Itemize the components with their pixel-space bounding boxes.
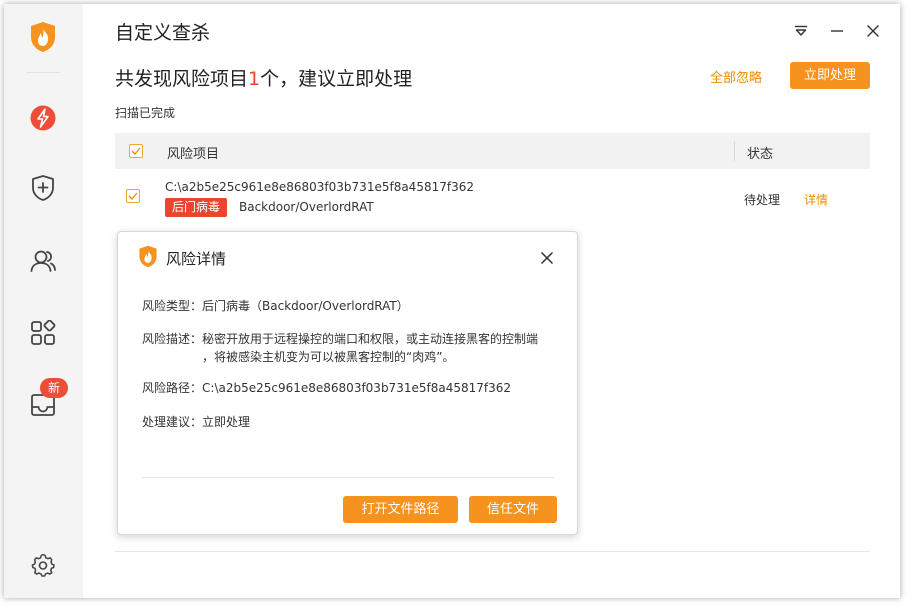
risk-desc-label: 风险描述： xyxy=(142,332,203,346)
risk-desc-info: 风险描述：秘密开放用于远程操控的端口和权限，或主动连接黑客的控制端 ，将被感染主… xyxy=(142,330,538,366)
risk-path-info: 风险路径：C:\a2b5e25c961e8e86803f03b731e5f8a4… xyxy=(142,379,511,397)
column-status: 状态 xyxy=(747,147,774,162)
close-icon xyxy=(540,251,554,265)
select-all-checkbox[interactable] xyxy=(129,144,143,158)
table-header: 风险项目 状态 xyxy=(115,133,870,169)
sidebar-item-account[interactable] xyxy=(26,244,60,278)
trust-file-button[interactable]: 信任文件 xyxy=(469,496,557,523)
risk-path-label: 风险路径： xyxy=(142,381,203,395)
fix-now-button[interactable]: 立即处理 xyxy=(790,62,870,89)
settings-gear-icon xyxy=(31,553,55,577)
lightning-icon xyxy=(30,105,56,131)
risk-type-value: 后门病毒（Backdoor/OverlordRAT） xyxy=(202,299,409,313)
close-icon xyxy=(867,25,879,37)
sidebar-item-protection[interactable] xyxy=(26,171,60,205)
risk-advice-info: 处理建议：立即处理 xyxy=(142,413,250,431)
checkmark-icon xyxy=(128,192,138,200)
sidebar-item-quick-scan[interactable] xyxy=(26,101,60,135)
menu-dropdown-button[interactable] xyxy=(790,20,812,42)
close-window-button[interactable] xyxy=(862,20,884,42)
scan-status: 扫描已完成 xyxy=(115,106,176,120)
summary-suffix: 个，建议立即处理 xyxy=(260,68,413,90)
risk-summary: 共发现风险项目1个，建议立即处理 xyxy=(115,64,412,91)
risk-path-value: C:\a2b5e25c961e8e86803f03b731e5f8a45817f… xyxy=(202,381,511,395)
sidebar: 新 xyxy=(4,4,83,598)
ignore-all-link[interactable]: 全部忽略 xyxy=(710,67,762,86)
open-file-path-button[interactable]: 打开文件路径 xyxy=(343,496,458,523)
column-divider xyxy=(734,141,735,161)
brand-flame-shield-icon xyxy=(26,20,60,54)
popup-title: 风险详情 xyxy=(166,250,227,268)
column-risk-item: 风险项目 xyxy=(167,147,220,162)
summary-prefix: 共发现风险项目 xyxy=(115,68,249,90)
risk-type-tag: 后门病毒 xyxy=(165,198,228,217)
sidebar-item-settings[interactable] xyxy=(26,548,60,582)
row-checkbox[interactable] xyxy=(126,189,140,203)
sidebar-item-tools[interactable] xyxy=(26,316,60,350)
risk-desc-line2: ，将被感染主机变为可以被黑客控制的“肉鸡”。 xyxy=(202,350,455,364)
new-badge: 新 xyxy=(40,378,68,398)
window-title: 自定义查杀 xyxy=(115,22,211,44)
app-window: 新 自定义查杀 共发现风险项目1个，建议立即处理 全部忽略 立即处理 扫描已完成 xyxy=(4,4,900,598)
apps-grid-icon xyxy=(31,320,56,345)
risk-type-label: 风险类型： xyxy=(142,299,203,313)
detail-link[interactable]: 详情 xyxy=(804,191,828,208)
risk-advice-value: 立即处理 xyxy=(202,415,251,429)
minimize-button[interactable] xyxy=(826,20,848,42)
risk-file-path: C:\a2b5e25c961e8e86803f03b731e5f8a45817f… xyxy=(165,180,474,194)
risk-advice-label: 处理建议： xyxy=(142,415,203,429)
risk-count: 1 xyxy=(248,68,261,90)
shield-plus-icon xyxy=(32,175,54,201)
virus-name: Backdoor/OverlordRAT xyxy=(239,200,374,214)
minimize-icon xyxy=(831,30,843,32)
risk-desc-line1: 秘密开放用于远程操控的端口和权限，或主动连接黑客的控制端 xyxy=(202,332,539,346)
checkmark-icon xyxy=(131,147,141,155)
risk-type-info: 风险类型：后门病毒（Backdoor/OverlordRAT） xyxy=(142,297,409,315)
sidebar-divider xyxy=(26,72,60,73)
footer-divider xyxy=(115,551,870,552)
popup-brand-icon xyxy=(138,245,158,272)
risk-state: 待处理 xyxy=(744,193,781,207)
users-icon xyxy=(30,250,56,272)
risk-detail-popup: 风险详情 风险类型：后门病毒（Backdoor/OverlordRAT） 风险描… xyxy=(117,231,578,535)
popup-divider xyxy=(142,477,554,478)
dropdown-menu-icon xyxy=(795,25,807,36)
popup-close-button[interactable] xyxy=(537,248,557,268)
